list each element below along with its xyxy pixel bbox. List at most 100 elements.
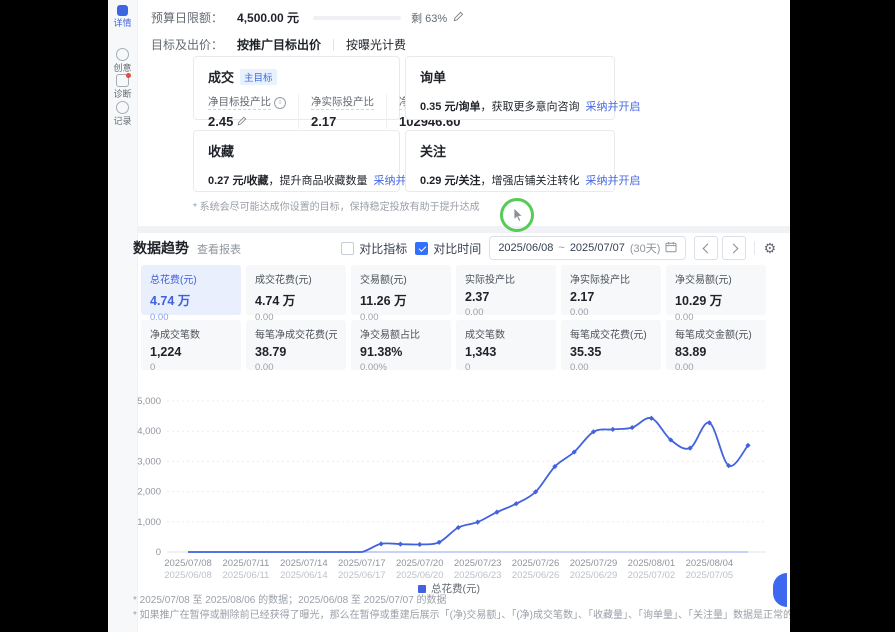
calendar-icon: [665, 241, 677, 256]
checkbox-label: 对比时间: [433, 240, 481, 257]
bidding-row: 目标及出价： 按推广目标出价 按曝光计费: [151, 36, 406, 53]
metric-label: 成交笔数: [465, 330, 505, 341]
metric-value: 35.35: [570, 345, 652, 359]
price-text: 0.27 元/收藏: [208, 175, 269, 187]
divider: [333, 39, 334, 51]
date-days: (30天): [630, 240, 661, 256]
budget-edit-icon[interactable]: [453, 11, 464, 25]
sidebar-item-diagnosis[interactable]: 诊断: [108, 74, 137, 99]
svg-text:2025/08/04: 2025/08/04: [686, 558, 734, 569]
sidebar-item-label: 记录: [108, 117, 137, 126]
metric-label: 每笔成交花费(元): [570, 330, 647, 341]
info-icon[interactable]: i: [274, 97, 286, 109]
svg-text:2025/07/17: 2025/07/17: [338, 558, 386, 569]
trend-chart: 01,0002,0003,0004,0005,0002025/07/082025…: [133, 388, 778, 586]
clock-icon: [116, 101, 129, 114]
gear-icon[interactable]: ⚙: [763, 241, 776, 255]
metric-value: 11.26 万: [360, 290, 442, 309]
svg-text:2025/07/11: 2025/07/11: [223, 558, 270, 569]
metric-grid: 总花费(元) 4.74 万 0.00 成交花费(元) 4.74 万 0.00 交…: [141, 265, 766, 370]
next-period-button[interactable]: [722, 236, 746, 260]
stat-label: 净目标投产比: [208, 96, 271, 110]
compare-metric-checkbox[interactable]: 对比指标: [341, 240, 407, 257]
goal-cards: 成交 主目标 净目标投产比i 2.45 净实际投产比 2.17 净交易额(元) …: [193, 56, 615, 192]
metric-label: 每笔净成交花费(元): [255, 330, 337, 341]
stat-value: 2.17: [311, 114, 336, 129]
goal-card-deal[interactable]: 成交 主目标 净目标投产比i 2.45 净实际投产比 2.17 净交易额(元) …: [193, 56, 400, 120]
date-start: 2025/06/08: [498, 242, 553, 254]
checkbox-label: 对比指标: [359, 240, 407, 257]
metric-card-net-orders[interactable]: 净成交笔数 1,224 0: [141, 320, 241, 370]
trend-section-title: 数据趋势: [133, 238, 189, 258]
metric-card-total-cost[interactable]: 总花费(元) 4.74 万 0.00: [141, 265, 241, 315]
prev-period-button[interactable]: [694, 236, 718, 260]
view-report-link[interactable]: 查看报表: [197, 241, 241, 257]
trend-chart-svg: 01,0002,0003,0004,0005,0002025/07/082025…: [133, 388, 778, 586]
bidding-label: 目标及出价：: [151, 36, 223, 53]
metric-value: 10.29 万: [675, 290, 757, 309]
metric-card-actual-roi[interactable]: 实际投产比 2.37 0.00: [456, 265, 556, 315]
svg-text:2025/07/29: 2025/07/29: [570, 558, 618, 569]
tab-bid-by-goal[interactable]: 按推广目标出价: [237, 36, 321, 53]
metric-compare-value: 0.00: [255, 362, 337, 373]
chevron-right-icon: [728, 243, 738, 253]
compare-time-checkbox[interactable]: 对比时间: [415, 240, 481, 257]
metric-card-net-actual-roi[interactable]: 净实际投产比 2.17 0.00: [561, 265, 661, 315]
adopt-enable-link[interactable]: 采纳并开启: [586, 101, 641, 113]
divider: [754, 241, 755, 255]
footnote-date-range: * 2025/07/08 至 2025/08/06 的数据；2025/06/08…: [133, 591, 447, 606]
cursor-icon: [513, 208, 525, 228]
primary-goal-badge: 主目标: [240, 69, 277, 85]
goal-card-follow[interactable]: 关注 0.29 元/关注，增强店铺关注转化采纳并开启: [405, 130, 615, 192]
metric-card-gmv[interactable]: 交易额(元) 11.26 万 0.00: [351, 265, 451, 315]
sidebar-item-creative[interactable]: 创意: [108, 48, 137, 73]
metric-label: 每笔成交金额(元): [675, 330, 752, 341]
metric-card-deal-cost[interactable]: 成交花费(元) 4.74 万 0.00: [246, 265, 346, 315]
goal-card-inquiry[interactable]: 询单 0.35 元/询单，获取更多意向咨询采纳并开启: [405, 56, 615, 120]
checkbox-icon: [341, 242, 354, 255]
stat-target-roi: 净目标投产比i 2.45: [208, 94, 298, 129]
svg-text:2,000: 2,000: [137, 487, 161, 498]
goal-card-favorite[interactable]: 收藏 0.27 元/收藏，提升商品收藏数量采纳并开启: [193, 130, 400, 192]
stat-label: 净实际投产比: [311, 96, 374, 110]
desc-text: ，增强店铺关注转化: [481, 175, 580, 187]
metric-compare-value: 0: [150, 362, 232, 373]
metric-label: 实际投产比: [465, 275, 515, 286]
metric-compare-value: 0.00%: [360, 362, 442, 373]
metric-compare-value: 0.00: [465, 307, 547, 318]
collapsed-side-tab[interactable]: [773, 573, 787, 607]
sidebar-item-detail[interactable]: 详情: [108, 5, 137, 28]
metric-compare-value: 0: [465, 362, 547, 373]
metric-value: 91.38%: [360, 345, 442, 359]
diagnosis-icon: [116, 74, 129, 87]
svg-text:2025/07/20: 2025/07/20: [396, 558, 444, 569]
metric-card-net-gmv-ratio[interactable]: 净交易额占比 91.38% 0.00%: [351, 320, 451, 370]
svg-text:2025/07/02: 2025/07/02: [628, 570, 676, 581]
metric-card-cost-per-order[interactable]: 每笔成交花费(元) 35.35 0.00: [561, 320, 661, 370]
roi-edit-icon[interactable]: [237, 114, 247, 129]
svg-text:2025/07/08: 2025/07/08: [164, 558, 212, 569]
budget-row: 预算日限额： 4,500.00 元 剩 63%: [151, 9, 464, 26]
svg-text:2025/06/26: 2025/06/26: [512, 570, 560, 581]
metric-compare-value: 0.00: [570, 362, 652, 373]
metric-card-cost-per-net-order[interactable]: 每笔净成交花费(元) 38.79 0.00: [246, 320, 346, 370]
card-title: 收藏: [208, 141, 234, 160]
metric-card-orders[interactable]: 成交笔数 1,343 0: [456, 320, 556, 370]
budget-label: 预算日限额：: [151, 9, 223, 26]
adopt-enable-link[interactable]: 采纳并开启: [586, 175, 641, 187]
metric-label: 净交易额占比: [360, 330, 420, 341]
metric-compare-value: 0.00: [570, 307, 652, 318]
metric-label: 净交易额(元): [675, 275, 732, 286]
metric-value: 4.74 万: [255, 290, 337, 309]
date-range-picker[interactable]: 2025/06/08 ~ 2025/07/07 (30天): [489, 236, 686, 260]
metric-card-amount-per-order[interactable]: 每笔成交金额(元) 83.89 0.00: [666, 320, 766, 370]
metric-value: 38.79: [255, 345, 337, 359]
metric-card-net-gmv[interactable]: 净交易额(元) 10.29 万 0.00: [666, 265, 766, 315]
tab-bid-by-impression[interactable]: 按曝光计费: [346, 36, 406, 53]
svg-text:0: 0: [156, 547, 161, 558]
card-title: 成交: [208, 67, 234, 86]
metric-value: 1,343: [465, 345, 547, 359]
sidebar-item-records[interactable]: 记录: [108, 101, 137, 126]
svg-text:2025/07/26: 2025/07/26: [512, 558, 560, 569]
goal-note: * 系统会尽可能达成你设置的目标，保持稳定投放有助于提升达成: [193, 198, 480, 213]
